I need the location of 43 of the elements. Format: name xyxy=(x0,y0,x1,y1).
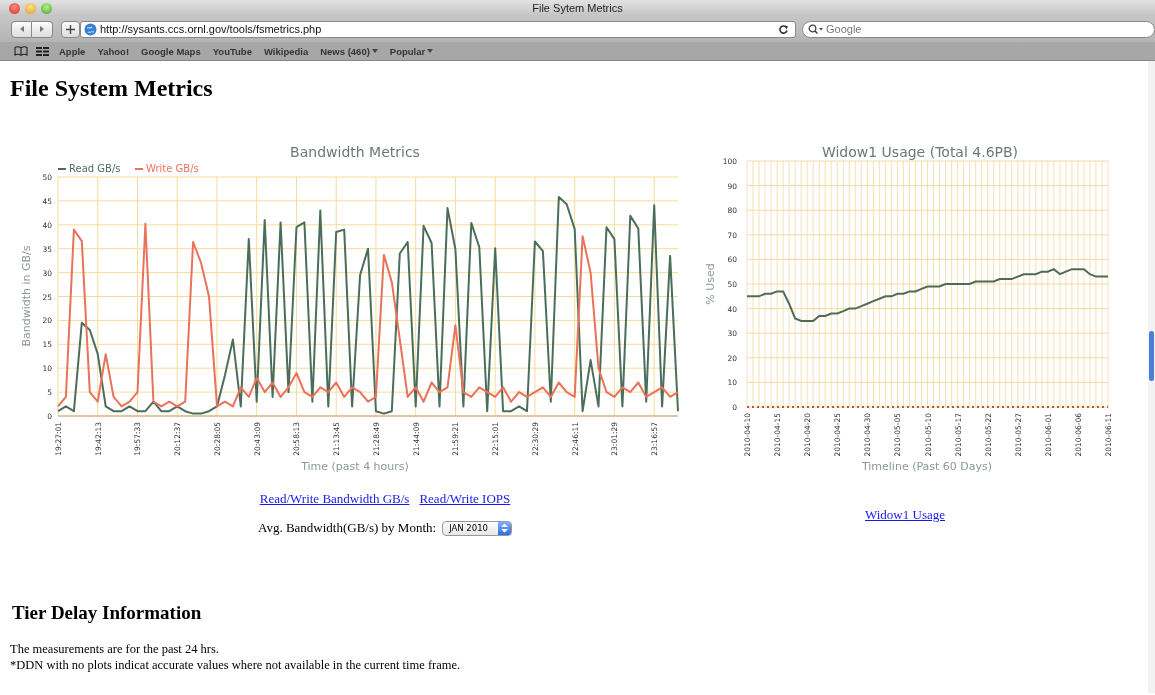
chart-link[interactable]: Read/Write Bandwidth GB/s xyxy=(259,491,410,507)
bookmark-item[interactable]: News (460) xyxy=(318,45,380,57)
forward-arrow-icon xyxy=(38,25,46,33)
window-title: File Sytem Metrics xyxy=(532,2,623,14)
note-text: *DDN with no plots indicat accurate values where not available in the current time frame. xyxy=(10,657,462,673)
legend-item: Read GB/s xyxy=(57,163,121,174)
legend-label: Write GB/s xyxy=(146,163,199,174)
back-button[interactable] xyxy=(11,20,32,38)
address-field[interactable]: http://sysants.ccs.ornl.gov/tools/fsmetrics.php xyxy=(80,20,796,38)
url-text: http://sysants.ccs.ornl.gov/tools/fsmetrics.php xyxy=(100,23,323,35)
axis-label: Bandwidth in GB/s xyxy=(20,245,33,347)
add-bookmark-button[interactable] xyxy=(61,20,80,38)
bookmark-item[interactable]: Popular xyxy=(387,45,436,57)
select-arrows-icon xyxy=(498,521,511,535)
axis-label: % Used xyxy=(704,263,717,305)
search-field[interactable]: Google xyxy=(802,20,1155,38)
bookmark-item[interactable]: Wikipedia xyxy=(261,45,311,57)
globe-icon xyxy=(84,22,97,36)
close-button[interactable] xyxy=(9,2,20,14)
month-select[interactable]: JAN 2010 xyxy=(442,520,512,536)
chart-link[interactable]: Widow1 Usage xyxy=(865,507,945,523)
scrollbar[interactable] xyxy=(1148,61,1155,693)
reload-icon[interactable] xyxy=(778,23,789,35)
forward-button[interactable] xyxy=(32,20,53,38)
search-icon xyxy=(808,24,824,34)
axis-label: Timeline (Past 60 Days) xyxy=(861,460,993,473)
note-text: The measurements are for the past 24 hrs. xyxy=(10,641,220,657)
bookmark-item[interactable]: Apple xyxy=(57,45,88,57)
plus-icon xyxy=(66,24,75,34)
bookmark-item[interactable]: YouTube xyxy=(210,45,254,57)
filter-label: Avg. Bandwidth(GB/s) by Month: xyxy=(258,520,437,536)
bookmark-item[interactable]: Yahoo! xyxy=(95,45,132,57)
section-heading: Tier Delay Information xyxy=(12,601,203,625)
axis-label: Time (past 4 hours) xyxy=(301,460,409,473)
grid-icon[interactable] xyxy=(36,46,49,56)
book-icon[interactable] xyxy=(14,46,28,56)
legend-label: Read GB/s xyxy=(69,163,121,174)
legend-item: Write GB/s xyxy=(134,163,199,174)
chart-title: Bandwidth Metrics xyxy=(290,144,420,160)
bookmark-item[interactable]: Google Maps xyxy=(139,45,203,57)
chart-title: Widow1 Usage (Total 4.6PB) xyxy=(821,144,1019,160)
page-title: File System Metrics xyxy=(10,74,214,103)
chart-link[interactable]: Read/Write IOPS xyxy=(419,491,511,507)
